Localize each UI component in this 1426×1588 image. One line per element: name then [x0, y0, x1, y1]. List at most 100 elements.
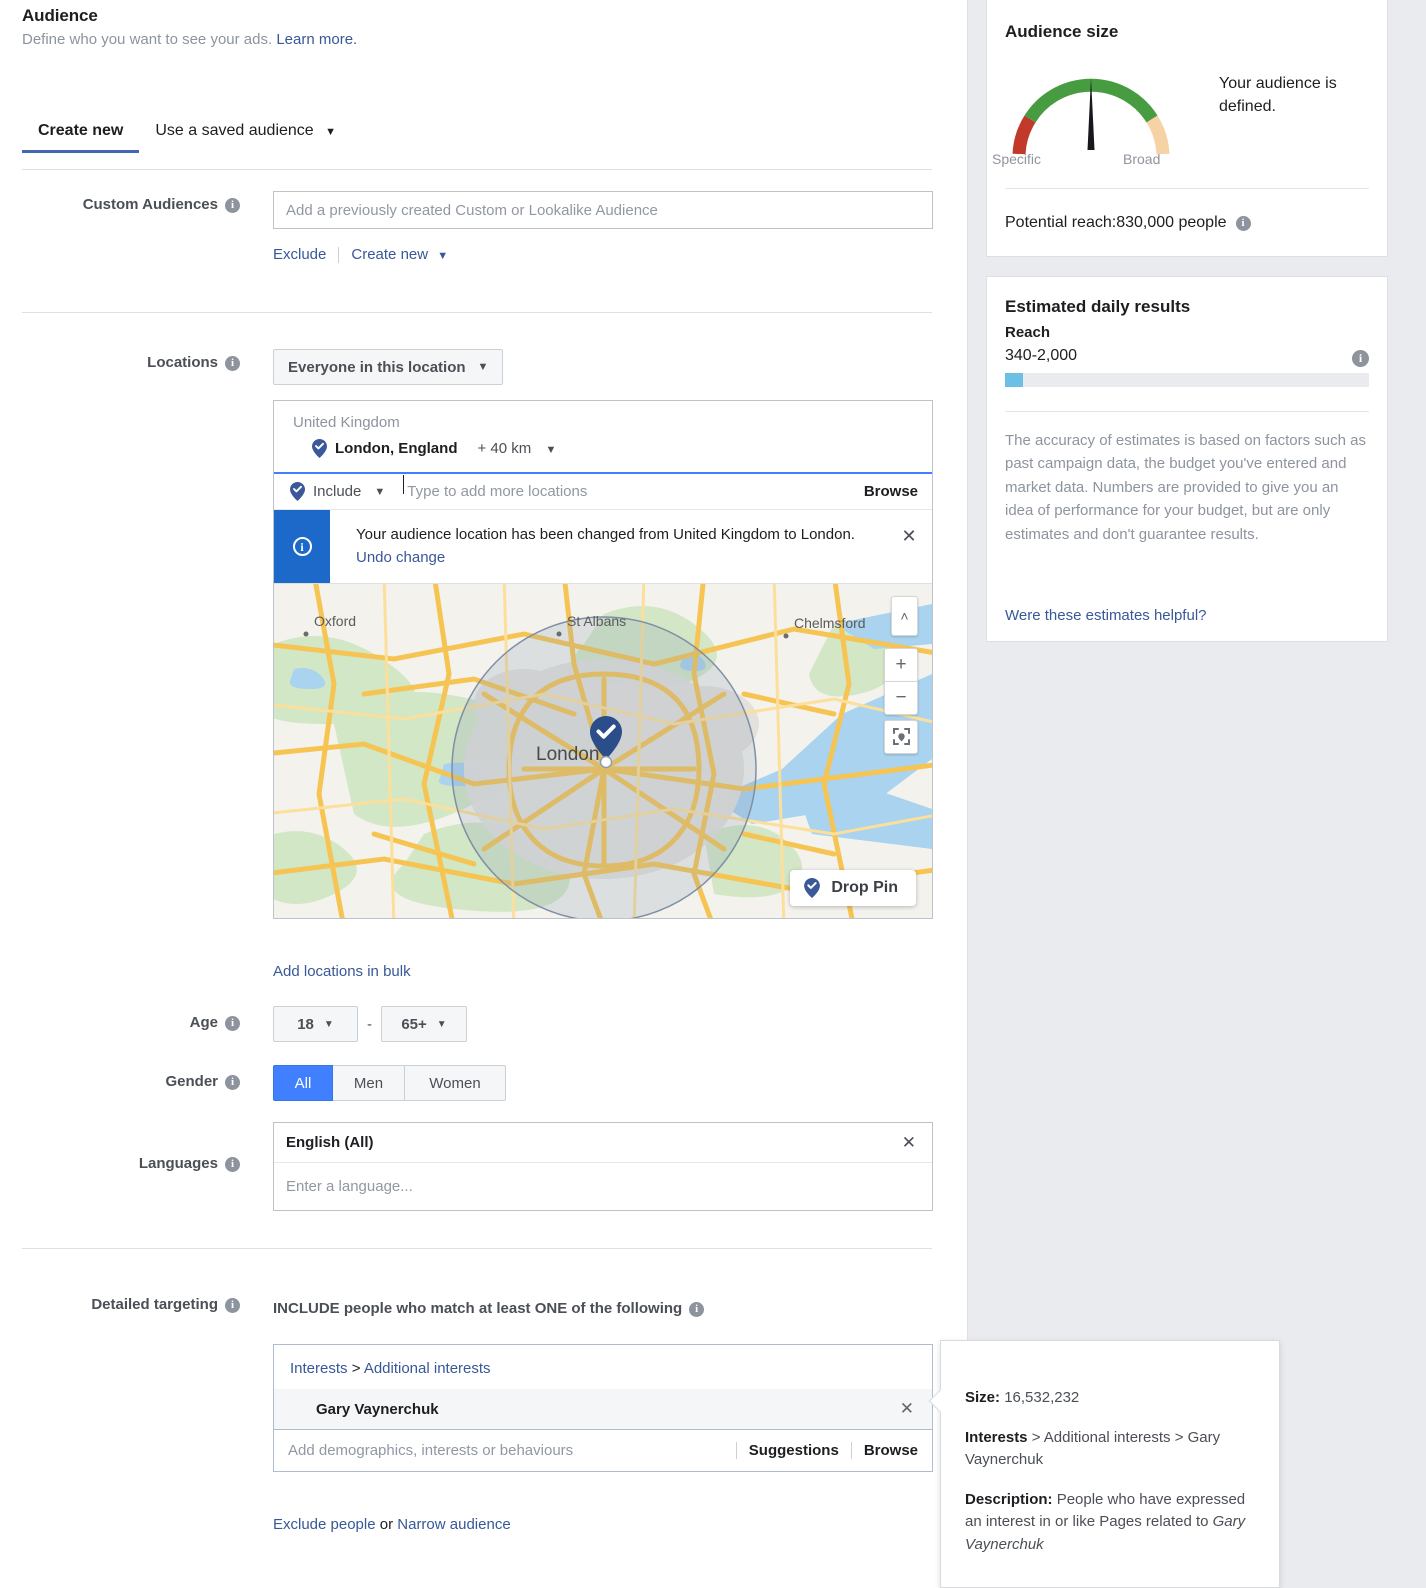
custom-audiences-label-text: Custom Audiences [82, 196, 218, 213]
detailed-targeting-box: Interests > Additional interests Gary Va… [273, 1344, 933, 1472]
info-icon: i [292, 536, 312, 556]
chevron-down-icon: ▼ [325, 126, 337, 138]
tab-create-new[interactable]: Create new [22, 122, 140, 153]
remove-interest-icon[interactable]: ✕ [900, 1399, 914, 1419]
undo-change-link[interactable]: Undo change [356, 549, 445, 566]
language-input[interactable]: Enter a language... [274, 1163, 932, 1210]
info-icon[interactable]: i [1352, 350, 1369, 367]
info-icon[interactable]: i [225, 1016, 240, 1031]
targeting-chip-gary-vaynerchuk[interactable]: Gary Vaynerchuk ✕ [274, 1389, 932, 1429]
gender-option-all[interactable]: All [273, 1065, 333, 1101]
detailed-targeting-input-row: Add demographics, interests or behaviour… [274, 1429, 932, 1471]
location-include-row[interactable]: Include ▼ Type to add more locations Bro… [274, 472, 932, 510]
info-icon[interactable]: i [225, 356, 240, 371]
card-divider [1005, 411, 1369, 412]
info-icon[interactable]: i [1235, 215, 1251, 231]
info-icon[interactable]: i [689, 1302, 705, 1317]
map-recenter-button[interactable] [884, 719, 918, 754]
age-min-select[interactable]: 18 ▼ [273, 1006, 358, 1042]
languages-box: English (All) ✕ Enter a language... [273, 1122, 933, 1211]
info-icon[interactable]: i [225, 1298, 240, 1313]
minus-icon: − [895, 686, 907, 708]
location-entry-london[interactable]: London, England + 40 km ▼ [274, 439, 932, 472]
map-zoom-in-button[interactable]: + [884, 647, 918, 682]
tooltip-size-label: Size: [965, 1389, 1001, 1406]
drop-pin-button[interactable]: Drop Pin [790, 869, 916, 906]
potential-reach-row: Potential reach: 830,000 people i [1005, 214, 1251, 232]
locations-box: United Kingdom London, England + 40 km ▼… [273, 400, 933, 919]
page-subtitle-text: Define who you want to see your ads. [22, 31, 273, 48]
info-icon[interactable]: i [225, 1075, 240, 1090]
potential-reach-value: 830,000 people [1116, 214, 1227, 231]
chevron-up-icon: ˄ [900, 607, 909, 624]
info-icon[interactable]: i [225, 1157, 240, 1172]
plus-icon: + [895, 653, 907, 675]
custom-audiences-actions: Exclude Create new ▼ [273, 246, 448, 263]
age-max-select[interactable]: 65+ ▼ [381, 1006, 467, 1042]
audience-tabs: Create new Use a saved audience ▼ [22, 122, 352, 153]
exclude-link[interactable]: Exclude [273, 246, 326, 263]
gender-option-women[interactable]: Women [405, 1065, 506, 1101]
estimates-disclaimer: The accuracy of estimates is based on fa… [1005, 432, 1367, 543]
map-town-stalbans: St Albans [567, 613, 626, 629]
breadcrumb-interests-link[interactable]: Interests [290, 1360, 348, 1377]
custom-audiences-placeholder: Add a previously created Custom or Looka… [286, 201, 658, 219]
age-min-value: 18 [297, 1015, 314, 1033]
age-label-text: Age [189, 1014, 218, 1031]
estimated-metric-value: 340-2,000 [1005, 347, 1078, 364]
custom-audiences-input[interactable]: Add a previously created Custom or Looka… [273, 191, 933, 229]
suggestions-button[interactable]: Suggestions [749, 1442, 839, 1459]
estimated-progress-bar [1005, 373, 1369, 387]
chevron-down-icon: ▼ [437, 250, 449, 262]
close-icon[interactable]: ✕ [886, 510, 932, 583]
gender-option-men[interactable]: Men [333, 1065, 405, 1101]
languages-label: Languages i [10, 1155, 240, 1172]
location-pin-icon [312, 439, 327, 458]
browse-interests-button[interactable]: Browse [864, 1442, 918, 1459]
divider [735, 1442, 737, 1459]
language-chip: English (All) ✕ [274, 1123, 932, 1163]
location-map[interactable]: Oxford St Albans Chelmsford London ˄ + −… [274, 583, 932, 918]
learn-more-link[interactable]: Learn more. [276, 31, 357, 48]
divider [338, 246, 340, 263]
location-radius-value: + 40 km [477, 440, 532, 457]
chevron-down-icon: ▼ [323, 1018, 334, 1030]
narrow-audience-link[interactable]: Narrow audience [397, 1516, 510, 1533]
include-mode-label: Include [313, 483, 362, 500]
languages-label-text: Languages [138, 1155, 218, 1172]
estimates-feedback-link[interactable]: Were these estimates helpful? [1005, 607, 1207, 624]
age-range-controls: 18 ▼ - 65+ ▼ [273, 1006, 467, 1042]
audience-size-card: Audience size Specific Broad Your audien… [986, 0, 1388, 257]
location-country: United Kingdom [293, 414, 400, 431]
browse-locations-button[interactable]: Browse [864, 483, 918, 500]
map-compass-button[interactable]: ˄ [891, 595, 918, 636]
gender-label: Gender i [10, 1073, 240, 1090]
chevron-down-icon: ▼ [545, 444, 557, 456]
drop-pin-label: Drop Pin [831, 878, 898, 896]
location-search-input[interactable]: Type to add more locations [403, 475, 864, 500]
custom-audiences-label: Custom Audiences i [10, 196, 240, 213]
exclude-people-link[interactable]: Exclude people [273, 1516, 376, 1533]
audience-size-title: Audience size [1005, 22, 1119, 41]
location-scope-value: Everyone in this location [288, 358, 466, 376]
detailed-targeting-input[interactable]: Add demographics, interests or behaviour… [288, 1442, 724, 1459]
map-zoom-out-button[interactable]: − [884, 680, 918, 715]
info-icon[interactable]: i [225, 198, 240, 213]
tooltip-size-row: Size: 16,532,232 [965, 1387, 1255, 1410]
remove-language-icon[interactable]: ✕ [902, 1133, 916, 1153]
detailed-targeting-heading-text: INCLUDE people who match at least ONE of… [273, 1300, 683, 1317]
map-city-london: London [536, 744, 599, 765]
gauge-svg [1012, 78, 1170, 155]
gauge-label-broad: Broad [1123, 151, 1161, 167]
card-divider [1005, 188, 1369, 189]
create-new-audience-link[interactable]: Create new ▼ [351, 246, 448, 263]
tab-saved-audience[interactable]: Use a saved audience ▼ [139, 122, 352, 152]
gender-segmented-control: All Men Women [273, 1065, 506, 1101]
notice-body: Your audience location has been changed … [330, 510, 886, 583]
add-locations-bulk-link[interactable]: Add locations in bulk [273, 963, 411, 980]
breadcrumb-additional-interests-link[interactable]: Additional interests [364, 1360, 491, 1377]
locations-label-text: Locations [147, 354, 218, 371]
breadcrumb-separator: > [347, 1360, 364, 1377]
location-scope-select[interactable]: Everyone in this location ▼ [273, 349, 504, 385]
location-radius-select[interactable]: + 40 km ▼ [477, 440, 556, 457]
